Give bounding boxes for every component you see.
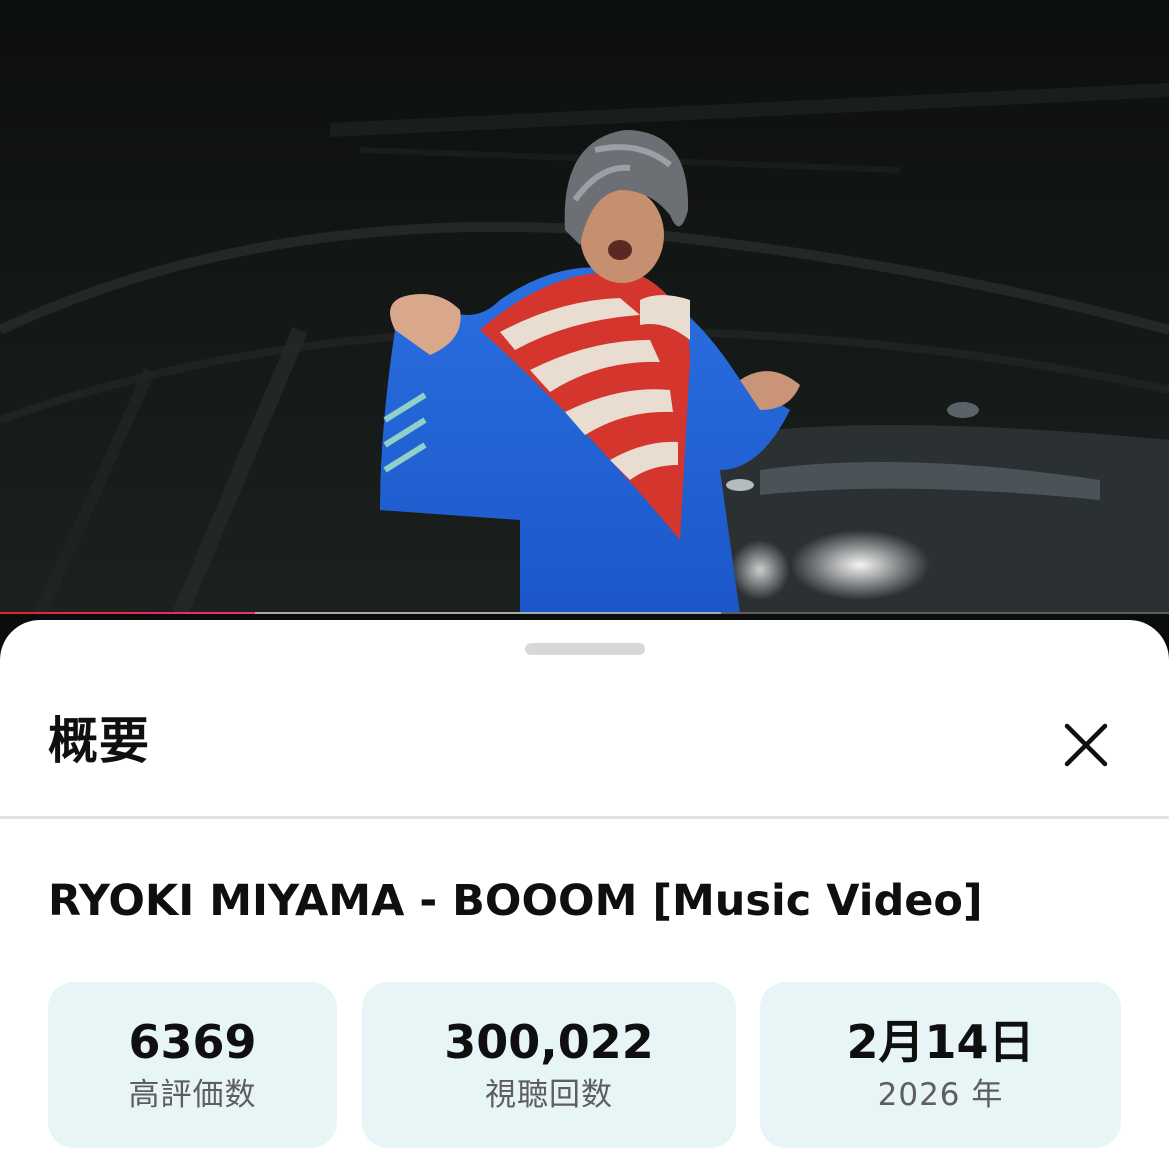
likes-count: 6369: [128, 1015, 257, 1069]
upload-year: 2026 年: [877, 1077, 1004, 1113]
video-progress-bar[interactable]: [0, 612, 255, 614]
video-frame-image: [0, 0, 1169, 614]
description-sheet: 概要 RYOKI MIYAMA - BOOOM [Music Video] 63…: [0, 620, 1169, 1152]
likes-label: 高評価数: [128, 1077, 257, 1113]
close-button[interactable]: [1055, 714, 1117, 776]
upload-date: 2月14日: [846, 1015, 1035, 1069]
upload-date-stat: 2月14日 2026 年: [760, 982, 1121, 1148]
app-frame: 概要 RYOKI MIYAMA - BOOOM [Music Video] 63…: [0, 0, 1169, 1152]
views-label: 視聴回数: [485, 1077, 613, 1113]
video-title: RYOKI MIYAMA - BOOOM [Music Video]: [48, 876, 983, 926]
likes-stat: 6369 高評価数: [48, 982, 337, 1148]
views-stat: 300,022 視聴回数: [362, 982, 736, 1148]
close-icon: [1064, 723, 1108, 767]
video-player[interactable]: [0, 0, 1169, 614]
views-count: 300,022: [444, 1015, 654, 1069]
video-progress-track[interactable]: [0, 612, 1169, 614]
sheet-title: 概要: [48, 712, 150, 770]
sheet-divider: [0, 816, 1169, 819]
sheet-drag-handle[interactable]: [525, 643, 645, 655]
